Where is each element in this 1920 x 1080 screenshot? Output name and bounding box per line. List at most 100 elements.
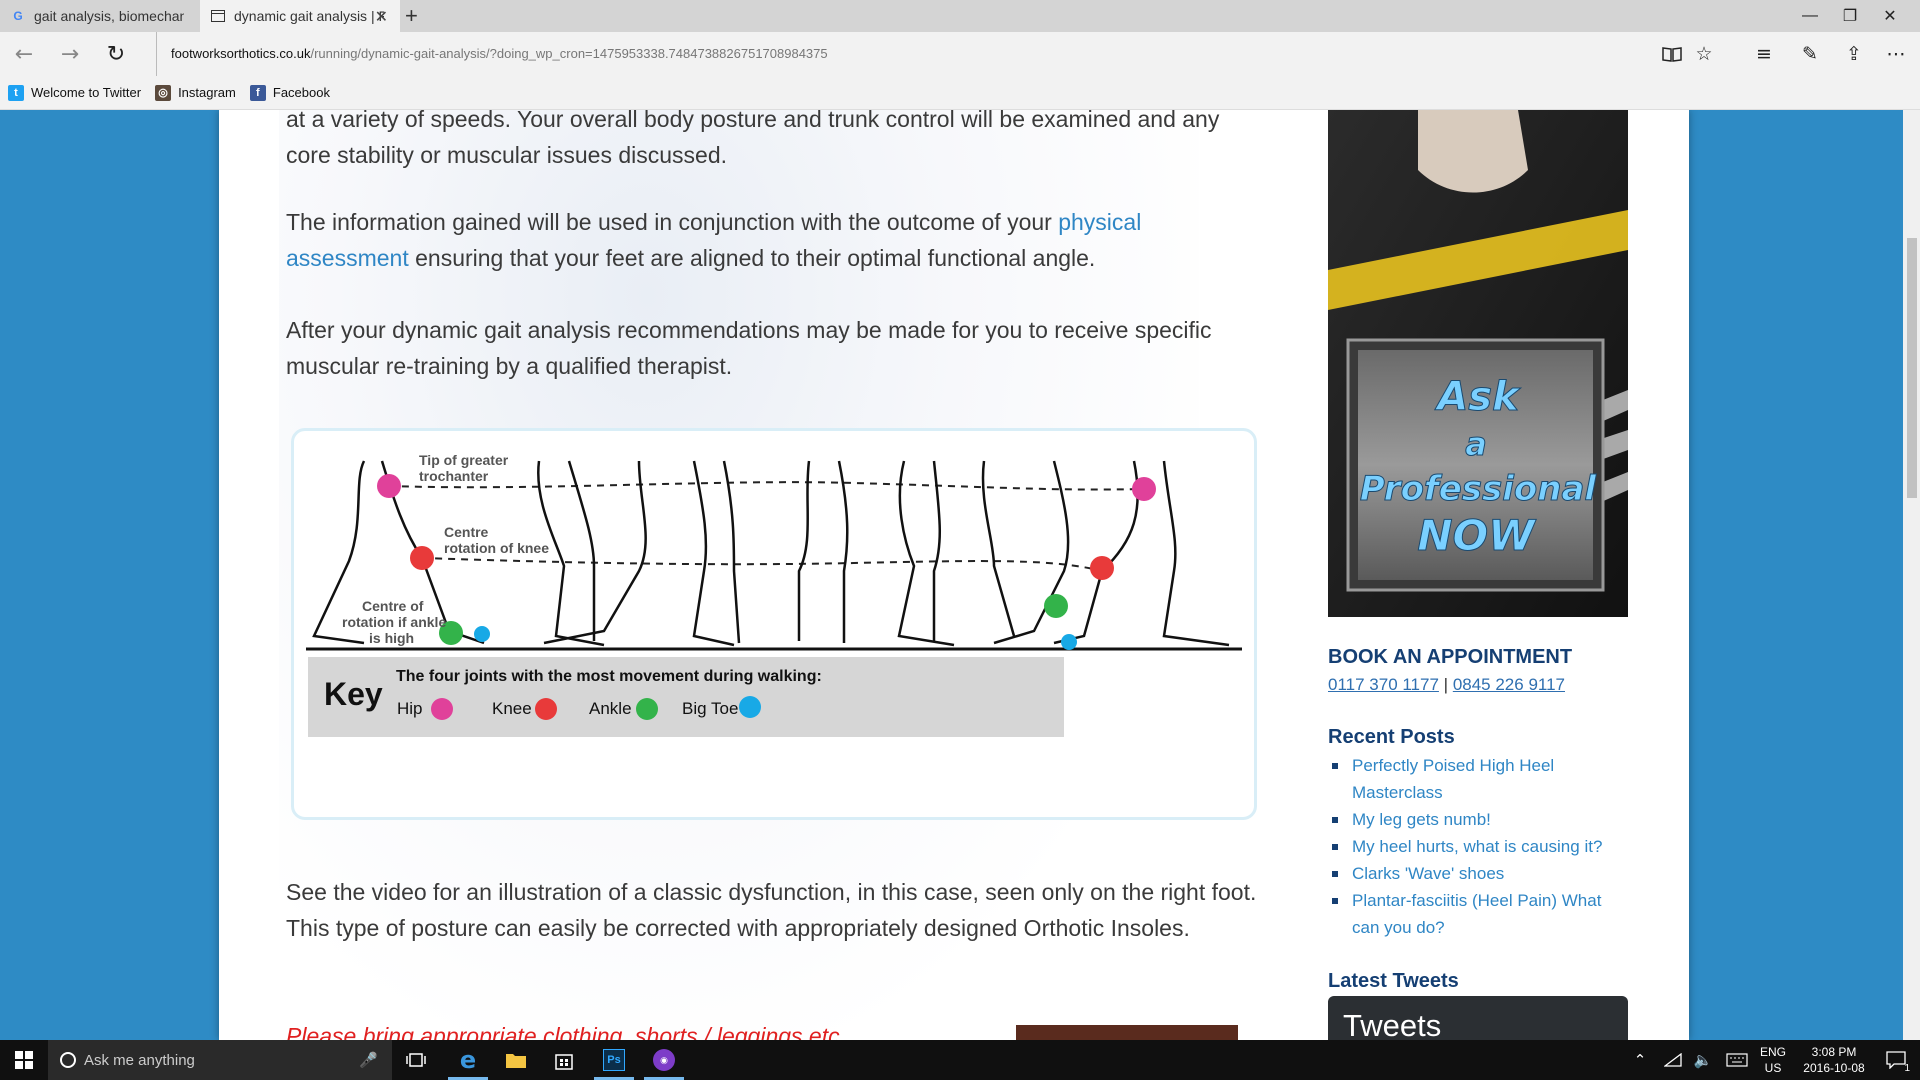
book-appointment-heading: BOOK AN APPOINTMENT — [1328, 646, 1573, 668]
cortana-search-box[interactable]: Ask me anything 🎤 — [48, 1040, 392, 1080]
url-field[interactable]: footworksorthotics.co.uk/running/dynamic… — [156, 32, 828, 76]
key-label-knee: Knee — [492, 699, 532, 718]
back-arrow-icon[interactable]: ← — [8, 38, 40, 70]
windows-taskbar: Ask me anything 🎤 e Ps ◉ ⌃ 🔈 ENG US 3:08… — [0, 1040, 1920, 1080]
tab-dynamic-gait-analysis[interactable]: dynamic gait analysis | F ✕ — [200, 0, 400, 32]
web-note-icon[interactable]: ✎ — [1794, 38, 1826, 70]
close-window-button[interactable]: ✕ — [1860, 0, 1920, 32]
forward-arrow-icon[interactable]: → — [54, 38, 86, 70]
url-host: footworksorthotics.co.uk — [171, 46, 311, 61]
keyboard-icon[interactable] — [1722, 1040, 1752, 1080]
key-dot-big-toe — [739, 696, 761, 718]
refresh-icon[interactable]: ↻ — [100, 38, 132, 70]
article-paragraph: After your dynamic gait analysis recomme… — [286, 317, 1212, 379]
banner-image: Ask a Professional NOW — [1328, 110, 1628, 617]
recent-post-link[interactable]: My leg gets numb! — [1328, 806, 1628, 833]
hip-line — [388, 481, 1145, 491]
hip-marker — [1132, 477, 1156, 501]
new-tab-button[interactable]: + — [405, 3, 418, 29]
key-dot-knee — [535, 698, 557, 720]
photoshop-icon[interactable]: Ps — [590, 1040, 638, 1080]
page-icon — [210, 8, 226, 24]
key-title: Key — [324, 676, 383, 712]
share-icon[interactable]: ⇪ — [1838, 38, 1870, 70]
clock[interactable]: 3:08 PM 2016-10-08 — [1794, 1044, 1874, 1076]
tweets-widget[interactable]: Tweets — [1328, 996, 1628, 1040]
store-icon[interactable] — [540, 1040, 588, 1080]
volume-icon[interactable]: 🔈 — [1690, 1040, 1716, 1080]
start-button[interactable] — [0, 1040, 48, 1080]
latest-tweets-heading: Latest Tweets — [1328, 970, 1459, 992]
key-dot-ankle — [636, 698, 658, 720]
file-explorer-icon[interactable] — [492, 1040, 540, 1080]
key-label-hip: Hip — [397, 699, 423, 718]
favorite-facebook[interactable]: f Facebook — [249, 84, 330, 101]
label-ankle: Centre of — [362, 598, 424, 614]
facebook-icon: f — [249, 84, 266, 101]
favorite-label: Instagram — [178, 85, 236, 100]
label-ankle: is high — [369, 630, 414, 646]
google-icon: G — [13, 9, 23, 23]
recent-post-link[interactable]: Plantar-fasciitis (Heel Pain) What can y… — [1328, 887, 1628, 941]
page-scrollbar[interactable] — [1903, 110, 1920, 1040]
lang-region: US — [1764, 1061, 1782, 1075]
toe-marker — [1061, 634, 1077, 650]
clock-time: 3:08 PM — [1811, 1045, 1857, 1059]
ankle-marker — [1044, 594, 1068, 618]
runner-shoe — [1418, 110, 1528, 193]
recent-post-link[interactable]: Perfectly Poised High Heel Masterclass — [1328, 752, 1628, 806]
banner-text: NOW — [1417, 511, 1537, 560]
toe-marker — [474, 626, 490, 642]
clock-date: 2016-10-08 — [1803, 1061, 1865, 1075]
recent-post-link[interactable]: Clarks 'Wave' shoes — [1328, 860, 1628, 887]
task-view-icon[interactable] — [392, 1040, 440, 1080]
text: The information gained will be used in c… — [286, 209, 1059, 235]
label-knee: Centre — [444, 524, 489, 540]
favorite-label: Facebook — [272, 85, 330, 100]
text: ensuring that your feet are aligned to t… — [408, 245, 1096, 271]
ask-a-professional-banner[interactable]: Ask a Professional NOW — [1328, 110, 1628, 617]
address-bar: ← → ↻ footworksorthotics.co.uk/running/d… — [0, 32, 1920, 76]
favorites-bar: t Welcome to Twitter ◎ Instagram f Faceb… — [0, 76, 1920, 110]
recent-posts-list: Perfectly Poised High Heel Masterclass M… — [1328, 752, 1628, 941]
phone-link-1[interactable]: 0117 370 1177 — [1328, 675, 1439, 694]
banner-text: Ask — [1434, 374, 1521, 420]
favorite-twitter[interactable]: t Welcome to Twitter — [8, 84, 141, 101]
knee-marker — [410, 546, 434, 570]
gait-diagram: Tip of greater trochanter Centre rotatio… — [291, 428, 1257, 820]
label-hip: trochanter — [419, 468, 489, 484]
tab-gait-analysis[interactable]: G gait analysis, biomechanics — [0, 0, 200, 32]
favorite-star-icon[interactable]: ☆ — [1688, 38, 1720, 70]
lang-code: ENG — [1760, 1045, 1787, 1059]
phone-separator: | — [1438, 675, 1453, 694]
language-indicator[interactable]: ENG US — [1760, 1044, 1786, 1076]
article-paragraph: The information gained will be used in c… — [286, 204, 1266, 276]
microphone-icon[interactable]: 🎤 — [359, 1051, 378, 1069]
knee-line — [421, 557, 1103, 572]
article-paragraph: See the video for an illustration of a c… — [286, 879, 1257, 941]
more-icon[interactable]: ⋯ — [1880, 38, 1912, 70]
app-icon[interactable]: ◉ — [640, 1040, 688, 1080]
recent-post-link[interactable]: My heel hurts, what is causing it? — [1328, 833, 1628, 860]
show-hidden-icons[interactable]: ⌃ — [1628, 1040, 1652, 1080]
recent-posts-heading: Recent Posts — [1328, 726, 1455, 748]
tab-title: dynamic gait analysis | F — [234, 8, 384, 24]
close-tab-icon[interactable]: ✕ — [375, 7, 388, 27]
label-ankle: rotation if ankle — [342, 614, 446, 630]
edge-browser-icon[interactable]: e — [444, 1040, 492, 1080]
phone-link-2[interactable]: 0845 226 9117 — [1453, 675, 1565, 694]
banner-text: Professional — [1360, 469, 1597, 509]
url-path: /running/dynamic-gait-analysis/?doing_wp… — [310, 46, 828, 61]
gait-figure: Tip of greater trochanter Centre rotatio… — [306, 452, 1242, 737]
wifi-icon[interactable] — [1660, 1040, 1686, 1080]
reading-view-icon[interactable] — [1656, 38, 1688, 70]
action-center-icon[interactable]: 1 — [1876, 1040, 1916, 1080]
scrollbar-thumb[interactable] — [1907, 238, 1917, 498]
key-dot-hip — [431, 698, 453, 720]
key-label-ankle: Ankle — [589, 699, 632, 718]
favorite-instagram[interactable]: ◎ Instagram — [155, 84, 236, 101]
site-container: at a variety of speeds. Your overall bod… — [219, 110, 1689, 1040]
video-thumbnail[interactable] — [1016, 1025, 1238, 1040]
hub-icon[interactable]: ≡ — [1748, 38, 1780, 70]
hip-marker — [377, 474, 401, 498]
